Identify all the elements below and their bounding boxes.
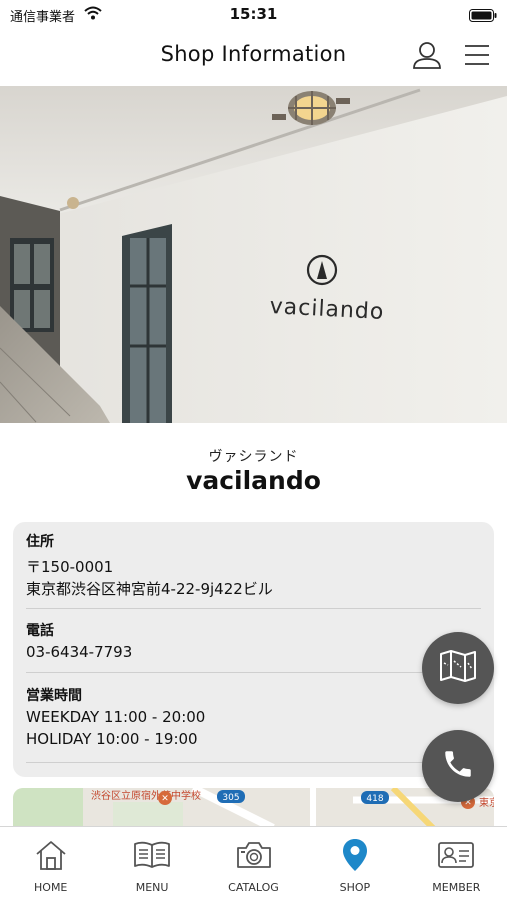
tab-shop-label: SHOP bbox=[339, 881, 371, 894]
phone-icon bbox=[441, 747, 475, 785]
address-label: 住所 bbox=[26, 534, 54, 550]
address-postal: 〒150-0001 bbox=[26, 558, 114, 576]
battery-icon bbox=[469, 7, 497, 22]
shop-info-card: 住所 〒150-0001 東京都渋谷区神宮前4-22-9j422ビル 電話 03… bbox=[13, 522, 494, 777]
book-icon bbox=[132, 837, 172, 873]
user-icon bbox=[412, 40, 442, 74]
tab-home-label: HOME bbox=[34, 881, 68, 894]
divider bbox=[26, 608, 481, 609]
shop-name: vacilando bbox=[186, 466, 321, 495]
tab-home[interactable]: HOME bbox=[0, 827, 101, 900]
member-card-icon bbox=[436, 837, 476, 873]
divider bbox=[26, 762, 481, 763]
shop-map[interactable]: 渋谷区立原宿外苑中学校 ✕ 305 418 ✕ 東京 bbox=[13, 788, 494, 828]
shop-name-kana: ヴァシランド bbox=[208, 449, 299, 465]
map-route-305: 305 bbox=[222, 793, 239, 803]
map-route-418: 418 bbox=[366, 794, 383, 804]
home-icon bbox=[31, 837, 71, 873]
status-time: 15:31 bbox=[229, 5, 278, 23]
tab-member[interactable]: MEMBER bbox=[406, 827, 507, 900]
map-icon bbox=[439, 649, 477, 687]
tab-catalog[interactable]: CATALOG bbox=[203, 827, 304, 900]
shop-hero-photo: vacilando bbox=[0, 86, 507, 423]
divider bbox=[26, 672, 481, 673]
phone-section: 電話 03-6434-7793 bbox=[26, 621, 481, 663]
hours-holiday: HOLIDAY 10:00 - 19:00 bbox=[26, 730, 198, 748]
svg-text:✕: ✕ bbox=[161, 794, 169, 804]
map-right-label: 東京 bbox=[479, 796, 494, 809]
hours-weekday: WEEKDAY 11:00 - 20:00 bbox=[26, 708, 206, 726]
camera-icon bbox=[234, 837, 274, 873]
tab-member-label: MEMBER bbox=[432, 881, 481, 894]
address-line: 東京都渋谷区神宮前4-22-9j422ビル bbox=[26, 580, 273, 598]
tab-catalog-label: CATALOG bbox=[228, 881, 279, 894]
hamburger-menu-icon bbox=[463, 44, 491, 70]
app-header: Shop Information bbox=[0, 28, 507, 86]
tab-menu[interactable]: MENU bbox=[101, 827, 202, 900]
tab-menu-label: MENU bbox=[135, 881, 169, 894]
map-school-label: 渋谷区立原宿外苑中学校 bbox=[91, 789, 201, 802]
phone-label: 電話 bbox=[26, 623, 54, 639]
profile-button[interactable] bbox=[410, 40, 444, 74]
location-pin-icon bbox=[335, 837, 375, 873]
phone-number[interactable]: 03-6434-7793 bbox=[26, 641, 481, 663]
map-button[interactable] bbox=[422, 632, 494, 704]
hours-section: 営業時間 WEEKDAY 11:00 - 20:00 HOLIDAY 10:00… bbox=[26, 686, 481, 750]
tab-shop[interactable]: SHOP bbox=[304, 827, 405, 900]
call-button[interactable] bbox=[422, 730, 494, 802]
status-bar: 通信事業者 15:31 bbox=[0, 0, 507, 28]
hamburger-menu-button[interactable] bbox=[460, 40, 494, 74]
bottom-tab-bar: HOME MENU CATALOG SHOP MEMBER bbox=[0, 826, 507, 900]
address-section: 住所 〒150-0001 東京都渋谷区神宮前4-22-9j422ビル bbox=[26, 532, 481, 600]
hours-label: 営業時間 bbox=[26, 688, 82, 704]
